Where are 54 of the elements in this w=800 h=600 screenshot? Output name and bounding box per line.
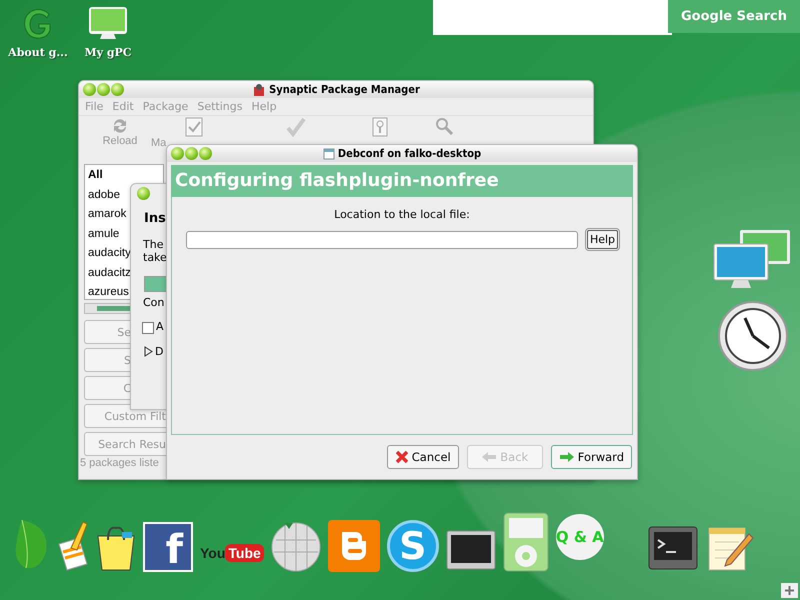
search-button[interactable]: Google Search (668, 0, 800, 33)
window-button[interactable] (137, 187, 150, 200)
menu-item[interactable]: File (85, 100, 104, 113)
monitor-icon[interactable] (88, 6, 128, 42)
dialog-text: take (143, 251, 167, 264)
dialog-header: Configuring flashplugin-nonfree (171, 165, 633, 197)
desktop-icon-label[interactable]: About g... (8, 46, 68, 59)
window-title: Synaptic Package Manager (269, 83, 420, 96)
facebook-logo[interactable]: f (143, 522, 193, 572)
left-arrow-icon (481, 451, 498, 463)
checkbox-label: A (156, 320, 164, 333)
filter-button[interactable]: Se (84, 320, 132, 344)
forward-button[interactable]: Forward (550, 445, 632, 469)
properties-icon (372, 117, 388, 137)
input-field[interactable] (186, 230, 578, 248)
field-label: Location to the local file: (334, 208, 470, 221)
toolbar-label[interactable]: Ma (151, 137, 166, 149)
expander-icon[interactable] (144, 346, 153, 357)
dialog-text: The (143, 238, 164, 251)
dialog-heading: Ins (144, 211, 166, 226)
menu-item[interactable]: Edit (112, 100, 134, 113)
package-icon (252, 82, 266, 96)
terminal-icon[interactable] (648, 526, 698, 572)
checkbox[interactable] (142, 322, 154, 334)
music-player-icon[interactable] (502, 512, 549, 572)
menu-item[interactable]: Help (251, 100, 277, 113)
search-field[interactable] (433, 0, 672, 35)
qa-bubble-icon[interactable]: Q & A (556, 514, 604, 560)
clock-icon[interactable] (717, 300, 789, 372)
reload-icon (111, 117, 129, 135)
close-icon (394, 450, 409, 464)
right-arrow-icon (558, 451, 575, 463)
puzzle-globe-icon[interactable] (270, 520, 321, 572)
blog-logo-icon[interactable] (328, 520, 380, 572)
checkmark-icon (286, 117, 306, 137)
filter-button[interactable]: S (84, 348, 132, 372)
checklist-icon (185, 117, 203, 137)
desktop-icon-label[interactable]: My gPC (84, 46, 132, 59)
search-icon (435, 117, 453, 135)
window-title: Debconf on falko-desktop (338, 147, 482, 160)
section-item[interactable]: All (88, 166, 160, 186)
menu-item[interactable]: Package (142, 100, 188, 113)
filter-button[interactable]: Search Resu (84, 432, 167, 456)
expander-label[interactable]: D (155, 345, 164, 358)
shopping-bag-icon[interactable] (96, 526, 136, 572)
skype-logo[interactable]: S (386, 520, 439, 572)
status-text: 5 packages liste (80, 457, 159, 469)
dialog-icon (322, 148, 335, 160)
status-text: Con (143, 296, 164, 309)
television-icon[interactable] (446, 530, 496, 572)
menu-item[interactable]: Settings (197, 100, 242, 113)
toolbar-label[interactable]: Reload (102, 135, 138, 147)
help-button[interactable]: Help (586, 230, 618, 249)
cancel-button[interactable]: Cancel (386, 445, 459, 469)
